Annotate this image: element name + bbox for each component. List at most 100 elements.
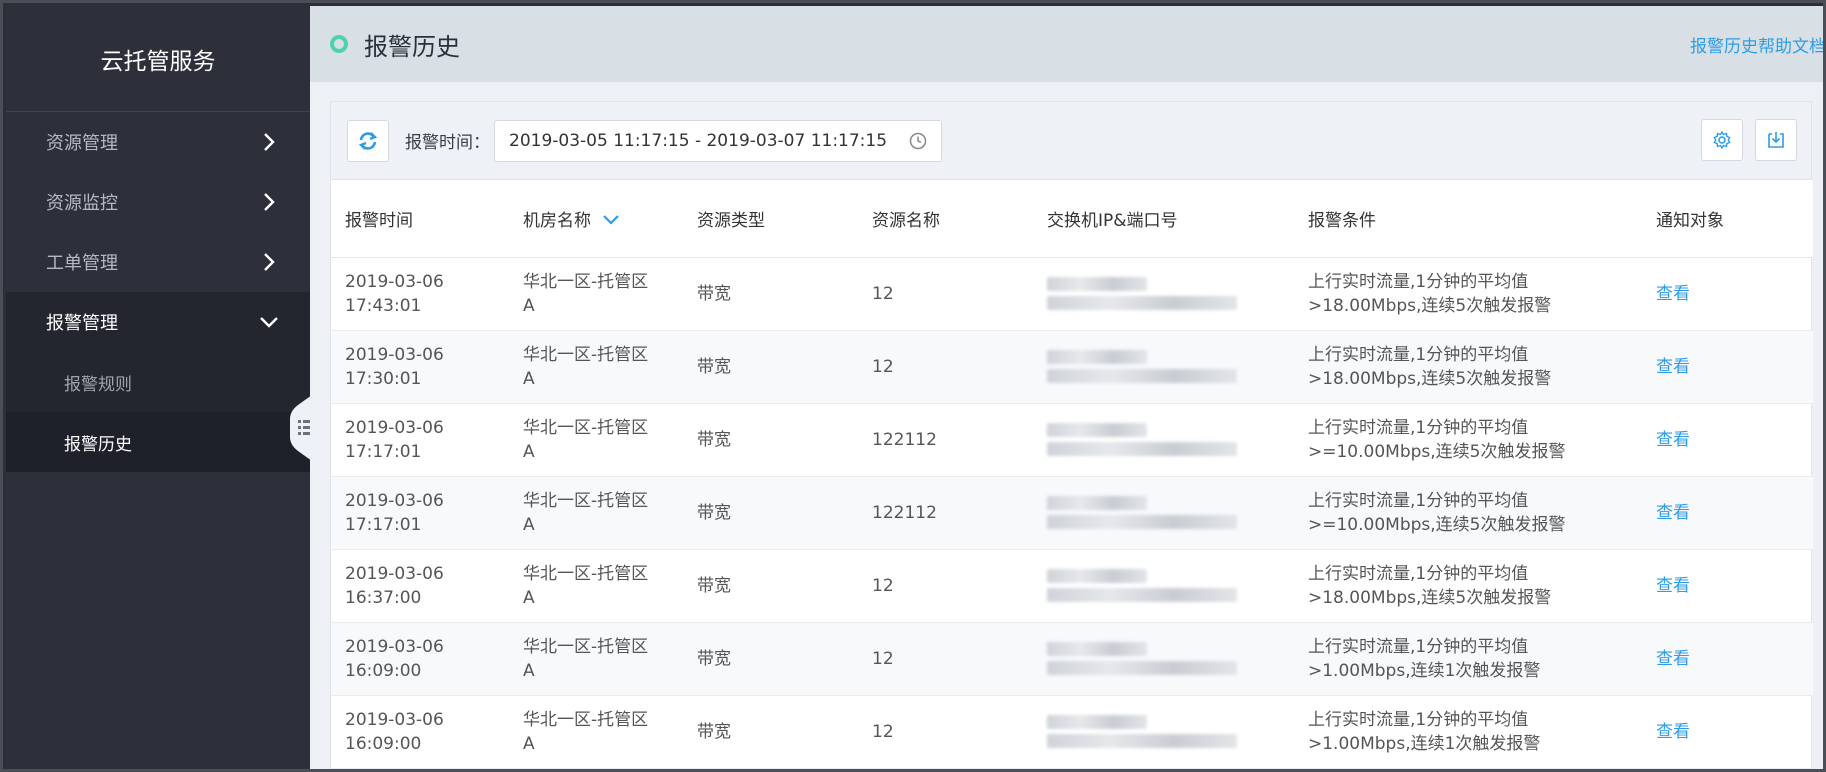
table-header-row: 报警时间 机房名称 资源类型 资源名称 交换机IP&端口号 报警条件 通知对象	[331, 180, 1813, 258]
redacted-ip	[1047, 277, 1147, 291]
cell-alarm-condition: 上行实时流量,1分钟的平均值 >=10.00Mbps,连续5次触发报警	[1294, 476, 1642, 550]
cell-notify-target: 查看	[1642, 622, 1813, 696]
cell-resource-name: 12	[858, 257, 1033, 331]
cell-resource-name: 12	[858, 330, 1033, 404]
table-row: 2019-03-06 17:43:01 华北一区-托管区 A 带宽 12 上行实时流…	[331, 257, 1813, 331]
table-row: 2019-03-06 17:17:01 华北一区-托管区 A 带宽 122112 上…	[331, 476, 1813, 550]
redacted-port	[1047, 369, 1237, 383]
view-link[interactable]: 查看	[1656, 722, 1690, 742]
cell-notify-target: 查看	[1642, 330, 1813, 404]
view-link[interactable]: 查看	[1656, 357, 1690, 377]
cell-resource-type: 带宽	[683, 549, 858, 623]
export-button[interactable]	[1755, 119, 1797, 161]
cell-switch-ip-redacted	[1033, 330, 1294, 404]
table-row: 2019-03-06 16:09:00 华北一区-托管区 A 带宽 12 上行实时流…	[331, 622, 1813, 696]
column-header-alarm-condition: 报警条件	[1294, 180, 1642, 258]
sidebar: 云托管服务 资源管理 资源监控 工单管理 报警管理 报警规则 报警历史	[6, 6, 310, 769]
sidebar-item-resource-monitoring[interactable]: 资源监控	[6, 172, 310, 232]
redacted-ip	[1047, 350, 1147, 364]
redacted-ip	[1047, 642, 1147, 656]
table-row: 2019-03-06 17:30:01 华北一区-托管区 A 带宽 12 上行实时流…	[331, 330, 1813, 404]
cell-alarm-condition: 上行实时流量,1分钟的平均值 >1.00Mbps,连续1次触发报警	[1294, 622, 1642, 696]
sidebar-item-alarm-management[interactable]: 报警管理	[6, 292, 310, 352]
redacted-port	[1047, 515, 1237, 529]
date-range-label: 报警时间：	[405, 133, 490, 153]
cell-alarm-time: 2019-03-06 17:17:01	[331, 403, 509, 477]
cell-resource-name: 12	[858, 622, 1033, 696]
table-row: 2019-03-06 16:09:00 华北一区-托管区 A 带宽 12 上行实时流…	[331, 695, 1813, 769]
sidebar-item-alarm-history[interactable]: 报警历史	[6, 412, 310, 472]
cell-alarm-condition: 上行实时流量,1分钟的平均值 >1.00Mbps,连续1次触发报警	[1294, 695, 1642, 769]
toolbar: 报警时间： 2019-03-05 11:17:15 - 2019-03-07 1…	[331, 102, 1811, 180]
column-header-resource-name: 资源名称	[858, 180, 1033, 258]
view-link[interactable]: 查看	[1656, 503, 1690, 523]
redacted-ip	[1047, 423, 1147, 437]
sidebar-item-label: 资源管理	[46, 133, 118, 154]
cell-switch-ip-redacted	[1033, 257, 1294, 331]
sidebar-item-label: 报警历史	[64, 434, 132, 455]
page-header: 报警历史 报警历史帮助文档	[310, 6, 1823, 82]
cell-room-name: 华北一区-托管区 A	[509, 695, 683, 769]
redacted-port	[1047, 588, 1237, 602]
cell-resource-type: 带宽	[683, 257, 858, 331]
cell-notify-target: 查看	[1642, 549, 1813, 623]
column-header-label: 机房名称	[523, 210, 591, 231]
sidebar-item-alarm-rules[interactable]: 报警规则	[6, 352, 310, 412]
chevron-right-icon	[258, 251, 280, 273]
cell-resource-name: 122112	[858, 403, 1033, 477]
cell-switch-ip-redacted	[1033, 549, 1294, 623]
sidebar-collapse-handle[interactable]	[290, 395, 312, 461]
view-link[interactable]: 查看	[1656, 430, 1690, 450]
date-range-value: 2019-03-05 11:17:15 - 2019-03-07 11:17:1…	[509, 130, 888, 151]
cell-room-name: 华北一区-托管区 A	[509, 622, 683, 696]
column-header-resource-type: 资源类型	[683, 180, 858, 258]
table-row: 2019-03-06 16:37:00 华北一区-托管区 A 带宽 12 上行实时流…	[331, 549, 1813, 623]
filter-dropdown-icon[interactable]	[602, 214, 620, 226]
date-range-picker[interactable]: 2019-03-05 11:17:15 - 2019-03-07 11:17:1…	[494, 119, 942, 162]
download-icon	[1768, 132, 1784, 148]
cell-alarm-condition: 上行实时流量,1分钟的平均值 >18.00Mbps,连续5次触发报警	[1294, 549, 1642, 623]
sidebar-item-resource-management[interactable]: 资源管理	[6, 112, 310, 172]
brand-title: 云托管服务	[6, 6, 310, 112]
cell-room-name: 华北一区-托管区 A	[509, 549, 683, 623]
gear-icon	[1713, 131, 1731, 149]
alarm-history-panel: 报警时间： 2019-03-05 11:17:15 - 2019-03-07 1…	[330, 101, 1813, 769]
settings-button[interactable]	[1701, 119, 1743, 161]
cell-alarm-condition: 上行实时流量,1分钟的平均值 >=10.00Mbps,连续5次触发报警	[1294, 403, 1642, 477]
column-header-room-name[interactable]: 机房名称	[509, 180, 683, 258]
cell-alarm-time: 2019-03-06 17:17:01	[331, 476, 509, 550]
chevron-right-icon	[258, 131, 280, 153]
cell-resource-name: 12	[858, 695, 1033, 769]
refresh-button[interactable]	[347, 119, 389, 162]
table-row: 2019-03-06 17:17:01 华北一区-托管区 A 带宽 122112 上…	[331, 403, 1813, 477]
cell-switch-ip-redacted	[1033, 403, 1294, 477]
view-link[interactable]: 查看	[1656, 284, 1690, 304]
refresh-icon	[358, 131, 378, 150]
view-link[interactable]: 查看	[1656, 649, 1690, 669]
cell-resource-name: 12	[858, 549, 1033, 623]
column-header-alarm-time: 报警时间	[331, 180, 509, 258]
chevron-down-icon	[258, 311, 280, 333]
help-doc-link[interactable]: 报警历史帮助文档	[1690, 32, 1823, 57]
cell-resource-type: 带宽	[683, 695, 858, 769]
cell-room-name: 华北一区-托管区 A	[509, 476, 683, 550]
alarm-submenu: 报警规则 报警历史	[6, 352, 310, 472]
cell-switch-ip-redacted	[1033, 622, 1294, 696]
chevron-right-icon	[258, 191, 280, 213]
cell-alarm-condition: 上行实时流量,1分钟的平均值 >18.00Mbps,连续5次触发报警	[1294, 257, 1642, 331]
cell-alarm-condition: 上行实时流量,1分钟的平均值 >18.00Mbps,连续5次触发报警	[1294, 330, 1642, 404]
collapse-menu-icon	[290, 395, 312, 461]
app-frame: 云托管服务 资源管理 资源监控 工单管理 报警管理 报警规则 报警历史 报警历史…	[0, 0, 1826, 772]
status-dot-icon	[330, 35, 348, 53]
redacted-ip	[1047, 496, 1147, 510]
alarm-history-table: 报警时间 机房名称 资源类型 资源名称 交换机IP&端口号 报警条件 通知对象	[331, 180, 1813, 769]
cell-switch-ip-redacted	[1033, 695, 1294, 769]
redacted-port	[1047, 734, 1237, 748]
sidebar-item-label: 报警管理	[46, 313, 118, 334]
cell-notify-target: 查看	[1642, 403, 1813, 477]
redacted-ip	[1047, 569, 1147, 583]
cell-resource-type: 带宽	[683, 403, 858, 477]
cell-alarm-time: 2019-03-06 17:43:01	[331, 257, 509, 331]
view-link[interactable]: 查看	[1656, 576, 1690, 596]
sidebar-item-ticket-management[interactable]: 工单管理	[6, 232, 310, 292]
